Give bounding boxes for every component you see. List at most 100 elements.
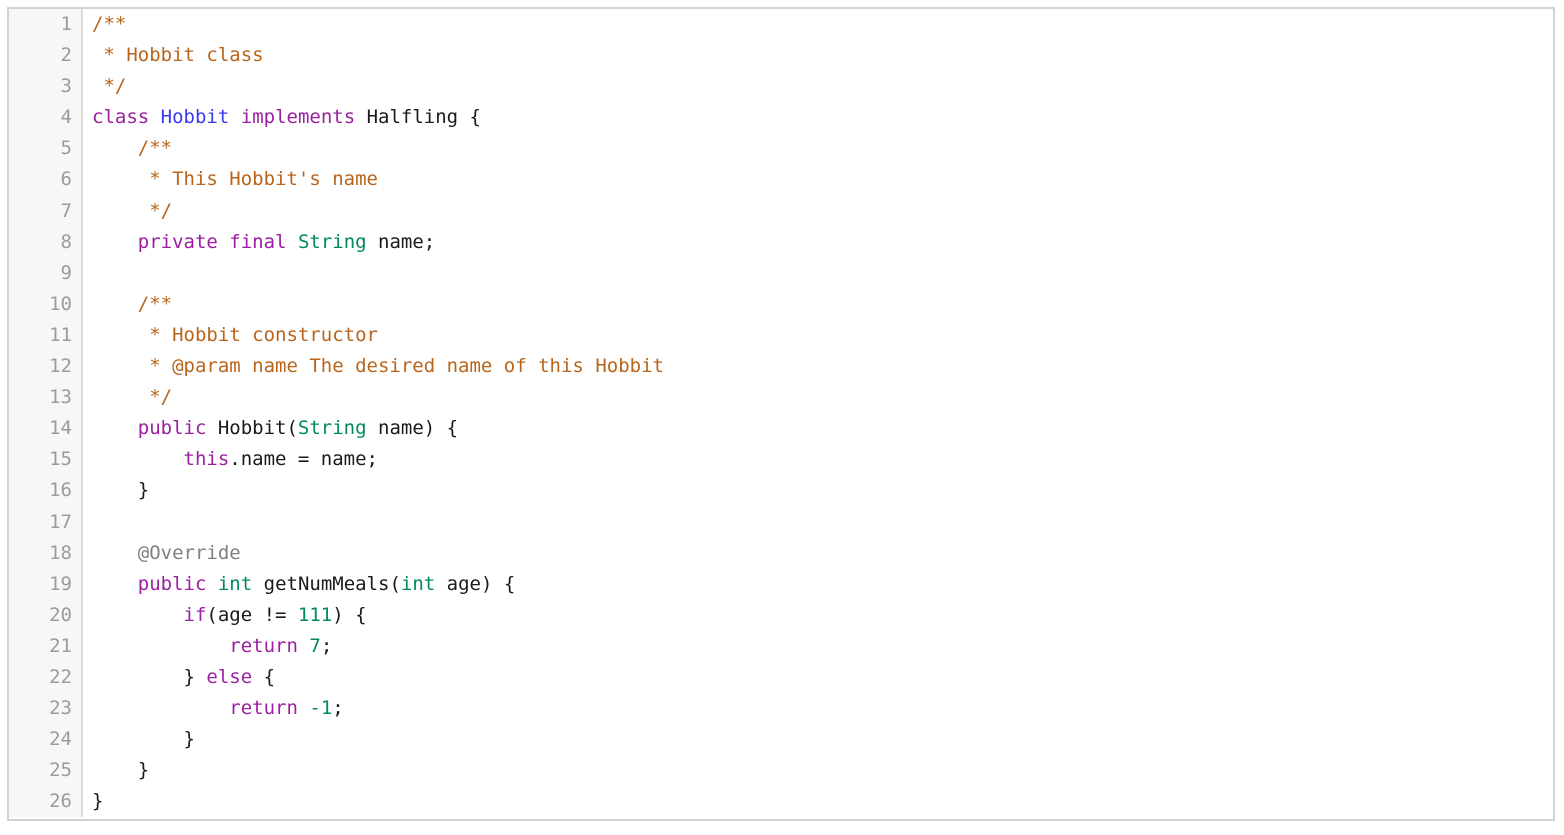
code-line-content[interactable]: return -1; [82, 693, 1553, 725]
code-line-content[interactable]: class Hobbit implements Halfling { [82, 102, 1553, 134]
line-number: 15 [9, 444, 83, 476]
code-line[interactable]: 17 [9, 506, 1553, 538]
code-token-keyword: return [229, 697, 298, 720]
code-line-content[interactable]: } [82, 724, 1553, 756]
code-line[interactable]: 3 */ [9, 71, 1553, 103]
code-line[interactable]: 16 } [9, 475, 1553, 507]
code-lines-table: 1/** 2 * Hobbit class 3 */4 class Hobbit im… [9, 9, 1553, 818]
code-line-content[interactable]: } else { [82, 661, 1553, 694]
code-scroll-area[interactable]: 1/** 2 * Hobbit class 3 */4 class Hobbit im… [9, 9, 1553, 819]
code-line-content[interactable]: */ [82, 71, 1553, 103]
code-line-content[interactable]: } [82, 786, 1553, 818]
code-token-comment: /** [92, 13, 127, 35]
code-line-content[interactable]: } [82, 755, 1553, 787]
code-line-content[interactable] [82, 506, 1553, 538]
line-number: 23 [9, 693, 83, 725]
code-token-comment: */ [92, 386, 173, 409]
code-line[interactable]: 6 * This Hobbit's name [9, 164, 1553, 196]
code-line[interactable]: 14 public Hobbit(String name) { [9, 413, 1553, 445]
code-line[interactable]: 1 /** [9, 9, 1553, 41]
code-line[interactable]: 19 public int getNumMeals(int age) { [9, 568, 1553, 600]
line-number: 11 [9, 319, 83, 352]
code-line-content[interactable]: /** [82, 133, 1553, 165]
code-line-content[interactable]: * Hobbit constructor [82, 319, 1553, 352]
code-line[interactable]: 12 * @param name The desired name of thi… [9, 351, 1553, 383]
code-token-number: 111 [297, 603, 333, 626]
code-line[interactable]: 20 if(age != 111) { [9, 599, 1553, 631]
code-line-content[interactable]: public Hobbit(String name) { [82, 413, 1553, 445]
code-line-content[interactable]: * @param name The desired name of this H… [82, 351, 1553, 383]
code-token-comment: * @param name The desired name of this H… [92, 355, 664, 378]
code-line[interactable]: 21 return 7; [9, 630, 1553, 662]
line-number: 17 [9, 506, 83, 538]
code-token-keyword: public [137, 572, 207, 595]
code-line[interactable]: 15 this.name = name; [9, 444, 1553, 476]
code-token-keyword: class [92, 106, 150, 129]
code-line-content[interactable]: return 7; [82, 630, 1553, 662]
code-line[interactable]: 23 return -1; [9, 693, 1553, 725]
line-number: 9 [9, 257, 83, 289]
code-token-plain: } [92, 728, 195, 751]
code-token-keyword: this [183, 448, 230, 471]
code-line[interactable]: 26} [9, 786, 1553, 818]
code-line[interactable]: 8 private final String name; [9, 226, 1553, 258]
code-token-plain: Hobbit( [206, 417, 298, 440]
code-line-content[interactable]: this.name = name; [82, 444, 1553, 476]
code-line-content[interactable]: /** [82, 288, 1553, 320]
line-number: 2 [9, 40, 83, 72]
code-token-plain: } [92, 790, 104, 813]
line-number: 7 [9, 195, 83, 227]
code-line-content[interactable]: */ [82, 195, 1553, 227]
code-line[interactable]: 11 * Hobbit constructor [9, 319, 1553, 352]
code-token-plain: } [92, 665, 207, 688]
code-line[interactable]: 22 } else { [9, 661, 1553, 694]
code-line[interactable]: 2 * Hobbit class [9, 40, 1553, 72]
code-line[interactable]: 25 } [9, 755, 1553, 787]
code-token-plain: ; [320, 634, 333, 657]
code-line-content[interactable]: public int getNumMeals(int age) { [82, 568, 1553, 600]
code-token-plain: name; [366, 230, 436, 253]
code-line-content[interactable]: */ [82, 382, 1553, 414]
code-token-plain: ; [332, 697, 344, 720]
code-line[interactable]: 7 */ [9, 195, 1553, 227]
line-number: 6 [9, 164, 83, 196]
code-token-plain: ) { [332, 603, 367, 626]
line-number: 16 [9, 475, 83, 507]
line-number: 12 [9, 351, 83, 383]
code-line-content[interactable]: private final String name; [82, 226, 1553, 258]
code-line[interactable]: 4 class Hobbit implements Halfling { [9, 102, 1553, 134]
line-number: 25 [9, 755, 83, 787]
code-line[interactable]: 10 /** [9, 288, 1553, 320]
code-line[interactable]: 24 } [9, 724, 1553, 756]
code-line-content[interactable]: @Override [82, 537, 1553, 569]
code-line-content[interactable]: } [82, 475, 1553, 507]
code-token-plain: } [92, 759, 150, 782]
code-line-content[interactable]: if(age != 111) { [82, 599, 1553, 631]
line-number: 8 [9, 226, 83, 258]
code-token-type: int [400, 572, 436, 595]
code-line-content[interactable]: /** [82, 9, 1553, 41]
code-token-keyword: implements [240, 106, 356, 129]
code-line-content[interactable]: * Hobbit class [82, 40, 1553, 72]
line-number: 22 [9, 661, 83, 694]
code-line[interactable]: 5 /** [9, 133, 1553, 165]
code-token-comment: /** [92, 292, 173, 315]
code-editor-frame: 1/** 2 * Hobbit class 3 */4 class Hobbit im… [7, 7, 1555, 821]
code-line-content[interactable] [82, 257, 1553, 289]
code-token-keyword: return [229, 634, 298, 657]
code-token-comment: */ [92, 75, 127, 98]
code-line[interactable]: 18 @Override [9, 537, 1553, 569]
code-line[interactable]: 13 */ [9, 382, 1553, 414]
code-token-comment: * Hobbit class [92, 44, 264, 67]
code-line-content[interactable]: * This Hobbit's name [82, 164, 1553, 196]
code-line[interactable]: 9 [9, 257, 1553, 289]
line-number: 4 [9, 102, 83, 134]
